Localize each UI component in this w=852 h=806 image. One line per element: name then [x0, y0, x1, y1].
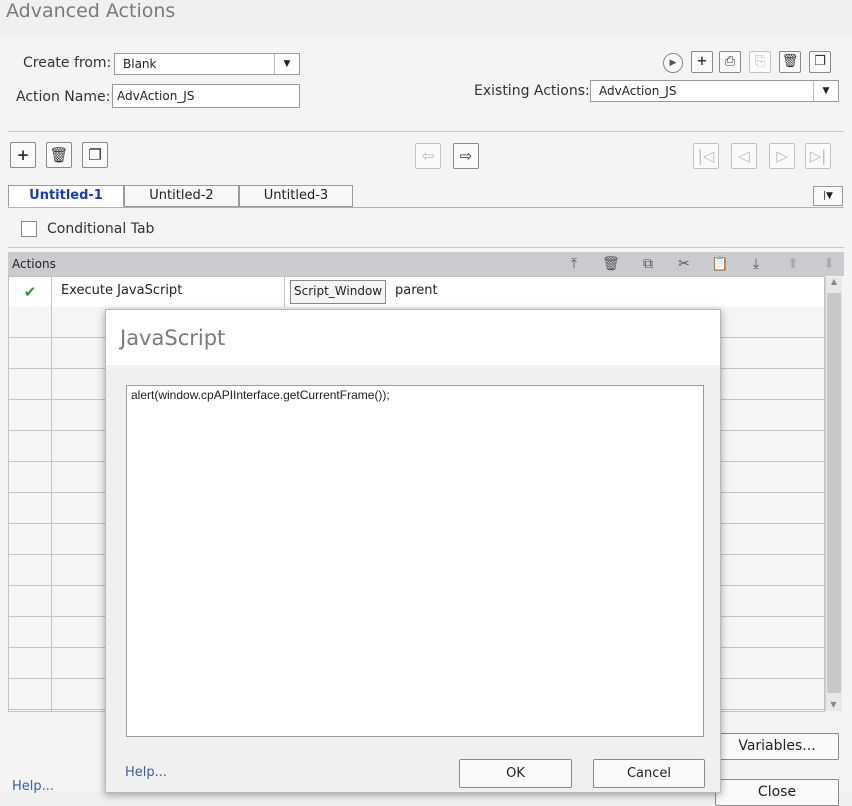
existing-actions-value: AdvAction_JS: [599, 84, 677, 98]
delete-action-icon[interactable]: 🗑: [46, 142, 72, 168]
existing-actions-label: Existing Actions:: [474, 83, 590, 99]
variables-button[interactable]: Variables...: [715, 733, 839, 760]
create-from-select[interactable]: Blank ▼: [114, 53, 300, 75]
duplicate-icon[interactable]: ❐: [809, 51, 831, 73]
divider: [8, 247, 844, 248]
dialog-help-link[interactable]: Help...: [125, 765, 167, 780]
scroll-up-icon[interactable]: ▲: [826, 277, 842, 286]
help-link[interactable]: Help...: [12, 779, 54, 794]
move-down-icon[interactable]: ⬇: [818, 256, 840, 272]
create-from-label: Create from:: [23, 55, 112, 71]
javascript-code-input[interactable]: alert(window.cpAPIInterface.getCurrentFr…: [126, 385, 704, 737]
paste-icon[interactable]: 📋: [709, 256, 731, 272]
tab-untitled-1[interactable]: Untitled-1: [8, 185, 124, 207]
duplicate-action-icon[interactable]: ❐: [82, 142, 108, 168]
check-icon: ✔: [9, 277, 52, 307]
first-tab-icon[interactable]: |◁: [693, 143, 719, 169]
insert-below-icon[interactable]: ⤓: [745, 256, 767, 272]
next-tab-icon[interactable]: ▷: [769, 143, 795, 169]
save-as-template-icon[interactable]: ⎙: [719, 51, 741, 73]
col-divider: [51, 307, 52, 711]
ok-button[interactable]: OK: [459, 759, 572, 788]
actions-header-label: Actions: [12, 257, 56, 271]
divider: [8, 131, 844, 132]
cancel-button[interactable]: Cancel: [593, 759, 705, 788]
chevron-down-icon: ▼: [813, 81, 838, 101]
chevron-down-icon: ▼: [274, 54, 299, 74]
action-name-cell[interactable]: Execute JavaScript: [61, 283, 182, 298]
tab-untitled-2[interactable]: Untitled-2: [124, 185, 239, 207]
action-name-label: Action Name:: [16, 89, 111, 105]
copy-icon[interactable]: ⧉: [637, 256, 659, 272]
move-to-tab-icon[interactable]: ⇨: [453, 143, 479, 169]
close-button[interactable]: Close: [715, 779, 839, 806]
cell-divider: [284, 277, 285, 307]
scroll-down-icon[interactable]: ▼: [826, 700, 841, 709]
insert-above-icon[interactable]: ⤒: [563, 256, 585, 272]
existing-actions-select[interactable]: AdvAction_JS ▼: [590, 80, 839, 102]
tab-untitled-3[interactable]: Untitled-3: [239, 185, 353, 207]
move-up-icon[interactable]: ⬆: [782, 256, 804, 272]
conditional-tab-checkbox[interactable]: [21, 221, 37, 237]
preview-icon[interactable]: ▶: [663, 53, 683, 73]
add-icon[interactable]: +: [691, 51, 713, 73]
import-icon[interactable]: ⎘: [749, 51, 771, 73]
cut-icon[interactable]: ✂: [673, 256, 695, 272]
tab-strip-line: [8, 207, 844, 208]
scroll-thumb[interactable]: [827, 293, 841, 693]
last-tab-icon[interactable]: ▷|: [805, 143, 831, 169]
javascript-dialog: JavaScript alert(window.cpAPIInterface.g…: [105, 309, 721, 793]
dialog-title: JavaScript: [120, 326, 226, 350]
create-from-value: Blank: [123, 57, 157, 71]
param-value: parent: [395, 283, 438, 298]
action-name-input[interactable]: AdvAction_JS: [112, 84, 300, 108]
trash-icon[interactable]: 🗑: [600, 256, 622, 272]
script-window-button[interactable]: Script_Window: [290, 280, 387, 304]
move-from-tab-icon[interactable]: ⇦: [415, 143, 441, 169]
window-title: Advanced Actions: [6, 0, 176, 22]
add-action-icon[interactable]: +: [10, 142, 36, 168]
conditional-tab-label: Conditional Tab: [47, 221, 155, 237]
prev-tab-icon[interactable]: ◁: [731, 143, 757, 169]
actions-scrollbar[interactable]: ▲ ▼: [825, 277, 842, 711]
tabs-menu-chevron-icon[interactable]: |▼: [813, 186, 843, 206]
table-row[interactable]: ✔ Execute JavaScript Script_Window paren…: [9, 277, 824, 308]
delete-icon[interactable]: 🗑: [779, 51, 801, 73]
